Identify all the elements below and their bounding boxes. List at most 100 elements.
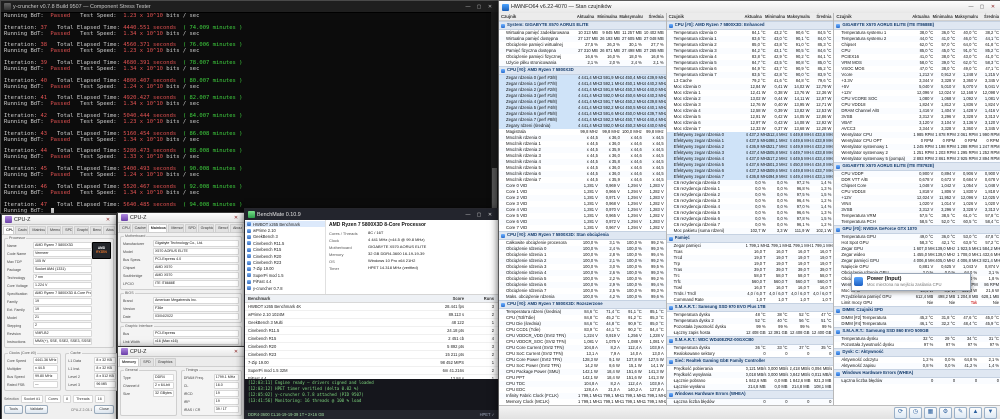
tab-about[interactable]: About [103,226,115,234]
sensor-row[interactable]: Wentylator systemowy 5 (pompa)2 893 RPM2… [834,156,1000,162]
maximize-button[interactable] [474,3,484,11]
tab-memory[interactable]: Memory [168,224,184,232]
sensor-group-header[interactable]: S.M.A.R.T.: Samsung SSD 860 EVO 500GB [834,327,1000,336]
cpuz-cpu-window: CPU-Z CPUCachesMainboardMemorySPDGraphic… [1,214,117,419]
sensor-group-header[interactable]: CPU [#0]: AMD Ryzen 7 5800X3D: Enhanced [667,21,834,30]
scrollbar-thumb[interactable] [492,168,497,210]
cpuz-titlebar[interactable]: CPU-Z [118,213,244,223]
table-row[interactable]: SuperPi mod 1.5 32M6m 41.216s2 [245,367,498,375]
close-button[interactable] [485,211,495,219]
sensor-value: 48,4 °C [957,321,979,327]
sensor-group-header[interactable]: Sieć: Realtek Gaming GbE Family Controll… [667,357,834,366]
tab-bench[interactable]: Bench [90,226,102,234]
close-button[interactable] [231,214,241,222]
table-row[interactable]: wPrime 2.10 1024M89.113 s2 [245,311,498,319]
sensor-group-header[interactable]: GIGABYTE X570 AORUS ELITE (ITE IT8792E) [834,162,1000,171]
sensor-row[interactable]: Limit mocy GPUNieNieTakNie [834,300,1000,306]
tab-bench[interactable]: Bench [215,224,229,232]
tab-memory[interactable]: Memory [47,226,61,234]
sensor-group-header[interactable]: CPU [#0]: AMD Ryzen 7 5800X3D: Stan obci… [499,231,666,240]
sensor-group-header[interactable]: CPU [#0]: AMD Ryzen 7 5800X3D: Rozszerzo… [499,300,666,309]
minimize-button[interactable] [463,3,473,11]
tab-graphics[interactable]: Graphics [74,226,89,234]
tab-memory[interactable]: Memory [119,358,139,366]
close-button[interactable] [485,3,495,11]
close-button[interactable] [231,348,241,356]
sensor-group-header[interactable]: Windows Hardware Errors (WHEA) [834,369,1000,378]
tab-graphics[interactable]: Graphics [198,224,215,232]
maximize-button[interactable] [474,211,484,219]
benchmark-list-item[interactable]: y-cruncher 0.7.8 [245,285,325,291]
tab-spd[interactable]: SPD [62,226,73,234]
sensor-row[interactable]: Pozostała żywotność dysku97 %97 %97 %97 … [834,342,1000,348]
field-value: 4 441 MHz (×44.5 @ 99.8 MHz) [367,237,495,243]
sensor-row[interactable]: Command Rate1,0 T1,0 T1,0 T1,0 T [667,297,834,303]
cpuz-titlebar[interactable]: CPU-Z [118,347,244,357]
sensor-row[interactable]: Temperatura PCH58,5 °C52,0 °C60,5 °C58,4… [834,219,1000,225]
tab-spd[interactable]: SPD [140,358,154,366]
table-row[interactable]: HWBOT x265 Benchmark 4K28.441 fps3 [245,303,498,311]
sensor-row[interactable]: Łączny zapis hosta12 408 GB12 391 GB12 4… [667,330,834,336]
table-cell: 2 [468,327,498,334]
sensor-row[interactable]: DIMM [#4] Temperatura46,1 °C32,2 °C48,4 … [834,321,1000,327]
sensor-row[interactable]: Łączna liczba błędów0000 [834,378,1000,384]
sensor-group-header[interactable]: CPU [#0]: AMD Ryzen 7 5800X3D [499,66,666,75]
terminal-scrollbar[interactable] [491,12,498,213]
sensor-value: Nie [913,300,935,306]
close-button[interactable]: Close [94,405,114,414]
validate-button[interactable]: Validate [25,405,48,414]
terminal-body[interactable]: Running BdT: Passed Test Speed: 1.23 x 1… [1,12,491,213]
close-button[interactable] [988,3,998,11]
selection-dropdown[interactable]: Socket #1 [21,395,43,403]
table-row[interactable]: 7-Zip 19.0098 452 MIPS1 [245,359,498,367]
cache-fields: L1 Data8 x 32 KBL1 Inst.8 x 32 KBLevel 2… [68,357,116,388]
tab-graphics[interactable]: Graphics [155,358,176,366]
reset-values-icon[interactable] [894,407,907,419]
tab-mainboard[interactable]: Mainboard [29,226,46,234]
sensor-group-header[interactable]: GIGABYTE X570 AORUS ELITE (ITE IT8688E) [834,21,1000,30]
sensor-row[interactable]: Maks. obciążenie rdzenia100,0 %4,2 %100,… [499,294,666,300]
table-row[interactable]: GeekBench 3 Multi48 1221 [245,319,498,327]
table-row[interactable]: Cinebench R205 892 pts3 [245,343,498,351]
graph-icon[interactable] [924,407,937,419]
sensor-row[interactable]: Użycie pliku stronicowania2,1 %2,0 %2,4 … [499,60,666,66]
sensor-group-icon [669,393,673,397]
sensor-group-header[interactable]: S.M.A.R.T.: WDC WD40EZRZ-00GXCB0 [667,336,834,345]
move-down-icon[interactable] [984,407,997,419]
tab-caches[interactable]: Caches [132,224,147,232]
sensor-group-header[interactable]: S.M.A.R.T.: Samsung SSD 970 EVO Plus 1TB [667,303,834,312]
close-button[interactable] [103,216,113,224]
tools-button[interactable]: Tools [4,405,23,414]
polling-clock-icon[interactable] [909,407,922,419]
maximize-button[interactable] [977,3,987,11]
sensor-group-header[interactable]: System: GIGABYTE X570 AORUS ELITE [499,21,666,30]
tab-about[interactable]: About [230,224,243,232]
tab-caches[interactable]: Caches [15,226,29,234]
tab-cpu[interactable]: CPU [3,226,14,234]
move-up-icon[interactable] [969,407,982,419]
cpuz-icon [121,214,128,221]
sensor-row[interactable]: Realokowane sektory0000 [667,351,834,357]
sensor-row[interactable]: Aktywność zapisu0,8 %0,0 %41,2 %1,4 % [834,363,1000,369]
table-row[interactable]: Cinebench R11.524.18 pts2 [245,327,498,335]
sensor-row[interactable]: Łącznie wysłano214,8 MB0,0 MB214,8 MB108… [667,384,834,390]
settings-icon[interactable] [939,407,952,419]
sensor-group-header[interactable]: Windows Hardware Errors (WHEA) [667,390,834,399]
customize-icon[interactable] [954,407,967,419]
sensor-row[interactable]: Moc pakietu (suma rdzeni)102,7 W3,3 W111… [667,228,834,234]
cpuz-mainboard-window: CPU-Z CPUCachesMainboardMemorySPDGraphic… [117,212,245,347]
cpuz-titlebar[interactable]: CPU-Z [2,215,116,225]
sensor-row[interactable]: Core 7 VID1,281 V0,967 V1,294 V1,282 V [499,225,666,231]
terminal-text: Test Speed: [70,154,123,160]
sensor-group-header[interactable]: Pamięć [667,234,834,243]
table-row[interactable]: Cinebench R2315 211 pts2 [245,351,498,359]
tab-mainboard[interactable]: Mainboard [148,224,168,232]
sensor-group-header[interactable]: DIMM: Czujniki SPD [834,306,1000,315]
minimize-button[interactable] [463,211,473,219]
tab-cpu[interactable]: CPU [119,224,131,232]
sensor-group-header[interactable]: Dysk: C: Aktywność [834,348,1000,357]
minimize-button[interactable] [966,3,976,11]
sensor-group-header[interactable]: GPU [#0]: NVIDIA GeForce GTX 1070 [834,225,1000,234]
table-row[interactable]: Cinebench R152 451 cb4 [245,335,498,343]
tab-spd[interactable]: SPD [185,224,197,232]
